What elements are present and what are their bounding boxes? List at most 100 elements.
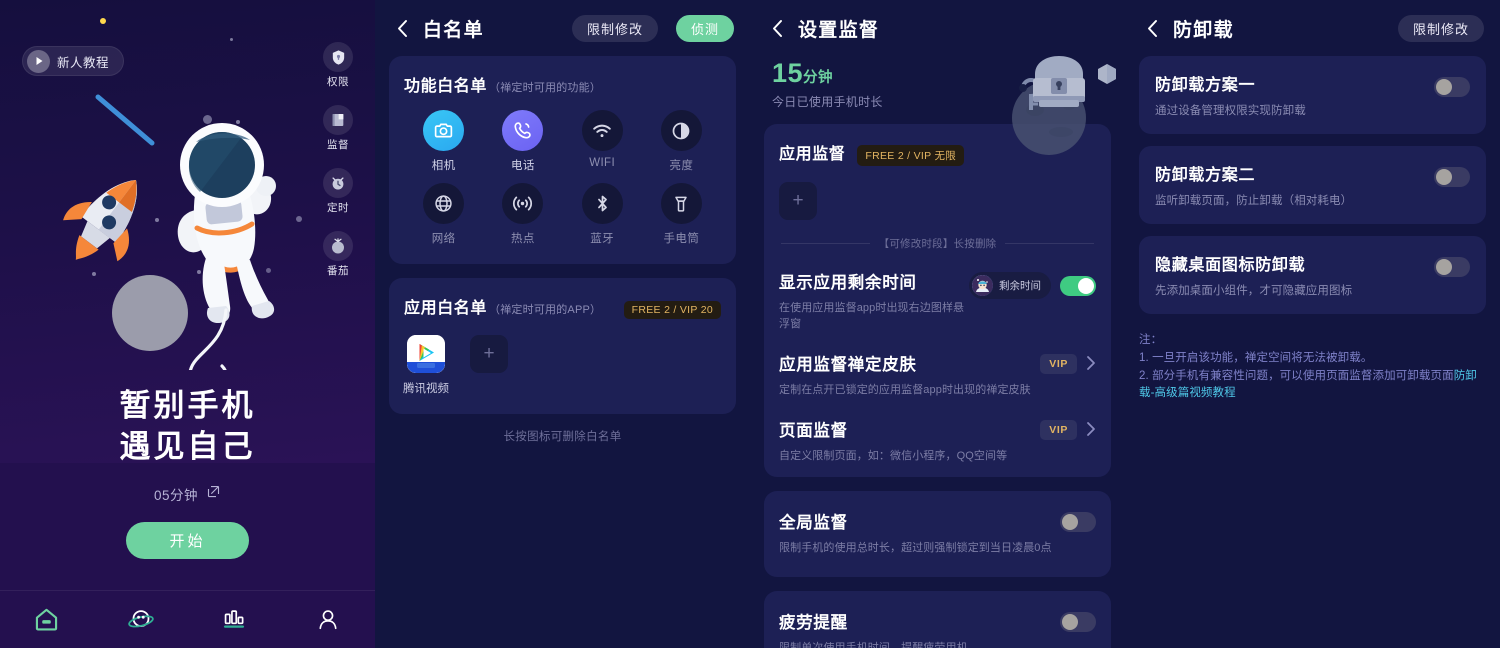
function-label: 手电筒 (663, 233, 700, 245)
tab-planet[interactable] (94, 605, 188, 635)
app-whitelist-card: 应用白名单 （禅定时可用的APP） FREE 2 / VIP 20 腾讯视频 + (389, 278, 736, 414)
function-item-network[interactable]: 网络 (404, 183, 483, 246)
rail-item-timer[interactable]: 定时 (315, 168, 361, 215)
bottom-tab-bar (0, 590, 375, 648)
tutorial-label: 新人教程 (57, 55, 110, 70)
option-subtitle: 通过设备管理权限实现防卸载 (1155, 105, 1306, 117)
row-control (1060, 509, 1096, 532)
rail-item-permission[interactable]: 权限 (315, 42, 361, 89)
function-item-bluetooth[interactable]: 蓝牙 (563, 183, 642, 246)
tab-profile[interactable] (281, 606, 375, 634)
brightness-icon (660, 110, 702, 151)
row-subtitle: 自定义限制页面，如：微信小程序，QQ空间等 (779, 450, 1008, 462)
divider-line (781, 243, 870, 244)
toggle-show-remaining-time[interactable] (1060, 275, 1096, 296)
hotspot-icon (502, 183, 544, 224)
uninstall-navbar: 防卸载 限制修改 (1125, 0, 1500, 56)
toggle-fatigue-reminder[interactable] (1060, 612, 1096, 632)
rail-label: 定时 (327, 202, 349, 214)
row-text: 疲劳提醒 限制单次使用手机时间，提醒疲劳用机 (779, 609, 1060, 648)
toggle-uninstall-option-1[interactable] (1434, 77, 1470, 97)
star (230, 38, 233, 41)
notes-head: 注： (1139, 334, 1163, 346)
slogan: 暂别手机 遇见自己 (0, 386, 375, 468)
tutorial-button[interactable]: 新人教程 (22, 46, 125, 76)
rail-item-supervise[interactable]: 监督 (315, 105, 361, 152)
edit-pencil-icon[interactable] (206, 484, 221, 504)
flashlight-icon (660, 183, 702, 224)
app-card-title: 应用白名单 (404, 300, 488, 317)
duration-row[interactable]: 05分钟 (0, 484, 375, 504)
book-icon (323, 105, 353, 135)
tencent-video-icon (407, 335, 445, 373)
function-label: 相机 (431, 160, 456, 172)
start-button[interactable]: 开始 (126, 522, 249, 559)
function-grid: 相机 电话 WIFI 亮度 网络 热点 蓝牙 手电筒 (404, 110, 721, 246)
global-supervise-card[interactable]: 全局监督 限制手机的使用总时长，超过则强制锁定到当日凌晨0点 (764, 491, 1111, 577)
toggle-uninstall-option-2[interactable] (1434, 167, 1470, 187)
option-text: 防卸载方案二 监听卸载页面，防止卸载（相对耗电） (1155, 161, 1434, 208)
remaining-time-label: 剩余时间 (999, 280, 1041, 292)
function-item-brightness[interactable]: 亮度 (642, 110, 721, 173)
chevron-left-icon[interactable] (1141, 17, 1163, 39)
app-card-subtitle: （禅定时可用的APP） (489, 304, 602, 316)
option-title: 防卸载方案一 (1155, 77, 1256, 94)
function-card-head: 功能白名单 （禅定时可用的功能） (404, 72, 721, 96)
function-item-hotspot[interactable]: 热点 (483, 183, 562, 246)
function-item-camera[interactable]: 相机 (404, 110, 483, 173)
row-title: 显示应用剩余时间 (779, 274, 917, 292)
uninstall-option-2[interactable]: 防卸载方案二 监听卸载页面，防止卸载（相对耗电） (1139, 146, 1486, 224)
tab-home[interactable] (0, 606, 94, 633)
notes-line-2-text: 2. 部分手机有兼容性问题，可以使用页面监督添加可卸载页面 (1139, 369, 1454, 382)
uninstall-option-1[interactable]: 防卸载方案一 通过设备管理权限实现防卸载 (1139, 56, 1486, 134)
whitelist-footer-hint: 长按图标可删除白名单 (503, 431, 622, 443)
locked-moon-icon (1012, 56, 1116, 155)
function-label: 电话 (510, 160, 535, 172)
chevron-right-icon[interactable] (1086, 421, 1096, 440)
row-title: 全局监督 (779, 514, 848, 532)
toggle-knob (1078, 277, 1094, 294)
detect-button[interactable]: 侦测 (675, 14, 734, 42)
function-item-flashlight[interactable]: 手电筒 (642, 183, 721, 246)
duration-value: 05分钟 (153, 488, 199, 503)
limit-modify-button[interactable]: 限制修改 (571, 14, 658, 42)
tomato-icon (323, 231, 353, 261)
slogan-line-2: 遇见自己 (119, 428, 256, 464)
limit-modify-button[interactable]: 限制修改 (1397, 14, 1484, 42)
toggle-uninstall-option-3[interactable] (1434, 257, 1470, 277)
row-page-supervise[interactable]: 页面监督 自定义限制页面，如：微信小程序，QQ空间等 VIP (779, 401, 1096, 467)
add-supervised-app-button[interactable]: + (779, 182, 817, 220)
editable-period-divider: 【可修改时段】长按删除 (781, 236, 1095, 251)
function-item-wifi[interactable]: WIFI (563, 110, 642, 173)
app-card-head: 应用白名单 （禅定时可用的APP） FREE 2 / VIP 20 (404, 294, 721, 319)
row-subtitle: 限制单次使用手机时间，提醒疲劳用机 (779, 642, 968, 648)
app-supervise-card: 应用监督 FREE 2 / VIP 无限 + 【可修改时段】长按删除 显示应用剩… (764, 124, 1111, 477)
row-show-remaining-time[interactable]: 显示应用剩余时间 在使用应用监督app时出现右边图样悬浮窗 剩余时间 (779, 253, 1096, 335)
panel-home: 新人教程 权限 监督 定时 番茄 暂别手机 遇见自己 05分钟 开始 (0, 0, 375, 648)
chevron-right-icon[interactable] (1086, 355, 1096, 374)
vip-badge: VIP (1040, 354, 1077, 374)
toggle-knob (1062, 614, 1078, 630)
app-supervise-quota-badge: FREE 2 / VIP 无限 (857, 145, 965, 166)
row-app-supervise-skin[interactable]: 应用监督禅定皮肤 定制在点开已锁定的应用监督app时出现的禅定皮肤 VIP (779, 335, 1096, 401)
add-app-button[interactable]: + (470, 335, 508, 373)
toggle-global-supervise[interactable] (1060, 512, 1096, 532)
page-title: 白名单 (423, 19, 484, 41)
row-subtitle: 限制手机的使用总时长，超过则强制锁定到当日凌晨0点 (779, 542, 1052, 554)
tab-stats[interactable] (188, 605, 282, 635)
app-item-tencent-video[interactable]: 腾讯视频 (403, 335, 449, 396)
uninstall-option-3[interactable]: 隐藏桌面图标防卸载 先添加桌面小组件，才可隐藏应用图标 (1139, 236, 1486, 314)
notes-line-2: 2. 部分手机有兼容性问题，可以使用页面监督添加可卸载页面防卸载-高级篇视频教程 (1139, 368, 1484, 404)
phone-icon (502, 110, 544, 151)
play-icon (27, 49, 50, 73)
function-item-phone[interactable]: 电话 (483, 110, 562, 173)
row-title: 应用监督禅定皮肤 (779, 356, 917, 374)
chevron-left-icon[interactable] (391, 17, 413, 39)
chevron-left-icon[interactable] (766, 17, 788, 39)
function-label: 热点 (510, 233, 535, 245)
star-yellow (100, 18, 106, 24)
rail-item-tomato[interactable]: 番茄 (315, 231, 361, 278)
row-title: 疲劳提醒 (779, 614, 848, 632)
fatigue-reminder-card[interactable]: 疲劳提醒 限制单次使用手机时间，提醒疲劳用机 (764, 591, 1111, 648)
page-title: 设置监督 (798, 19, 880, 41)
